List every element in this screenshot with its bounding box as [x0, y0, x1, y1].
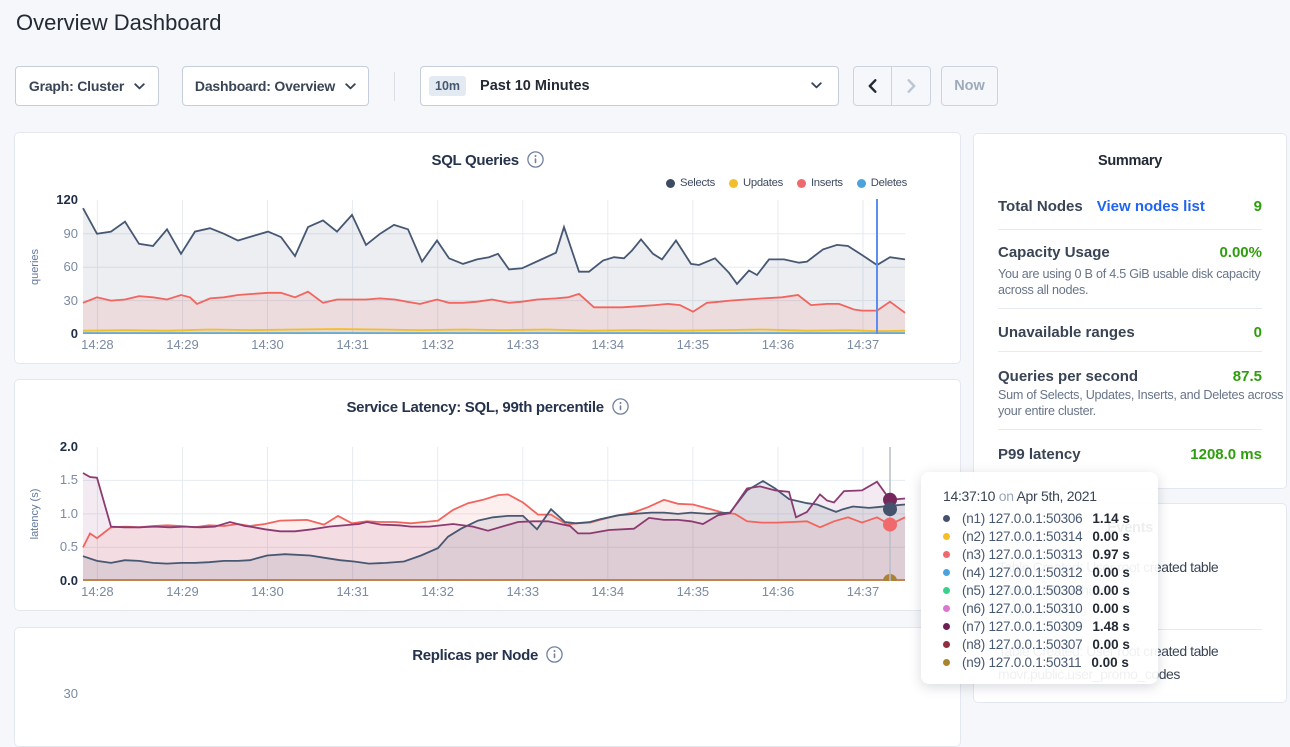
svg-text:14:35: 14:35 [677, 337, 710, 352]
svg-text:14:34: 14:34 [592, 337, 625, 352]
svg-text:14:29: 14:29 [166, 337, 199, 352]
svg-text:90: 90 [64, 226, 78, 241]
svg-text:120: 120 [56, 192, 78, 207]
svg-text:14:28: 14:28 [81, 584, 114, 599]
svg-text:0.0: 0.0 [60, 573, 78, 588]
svg-text:0: 0 [71, 326, 78, 341]
svg-text:60: 60 [64, 259, 78, 274]
svg-text:14:32: 14:32 [421, 584, 454, 599]
svg-text:14:30: 14:30 [251, 337, 284, 352]
svg-text:14:34: 14:34 [592, 584, 625, 599]
svg-text:14:35: 14:35 [677, 584, 710, 599]
svg-text:14:33: 14:33 [507, 584, 540, 599]
svg-text:14:29: 14:29 [166, 584, 199, 599]
svg-text:1.5: 1.5 [60, 472, 78, 487]
svg-text:14:37: 14:37 [847, 584, 880, 599]
svg-text:1.0: 1.0 [60, 506, 78, 521]
svg-text:30: 30 [64, 293, 78, 308]
svg-text:14:37: 14:37 [847, 337, 880, 352]
svg-text:2.0: 2.0 [60, 439, 78, 454]
svg-text:14:33: 14:33 [507, 337, 540, 352]
svg-text:14:36: 14:36 [762, 584, 795, 599]
svg-text:0.5: 0.5 [60, 539, 78, 554]
svg-text:14:31: 14:31 [336, 337, 369, 352]
svg-text:14:30: 14:30 [251, 584, 284, 599]
svg-text:14:31: 14:31 [336, 584, 369, 599]
svg-text:latency (s): latency (s) [29, 489, 41, 540]
svg-text:queries: queries [29, 248, 41, 285]
svg-text:14:28: 14:28 [81, 337, 114, 352]
svg-text:14:32: 14:32 [421, 337, 454, 352]
svg-text:14:36: 14:36 [762, 337, 795, 352]
